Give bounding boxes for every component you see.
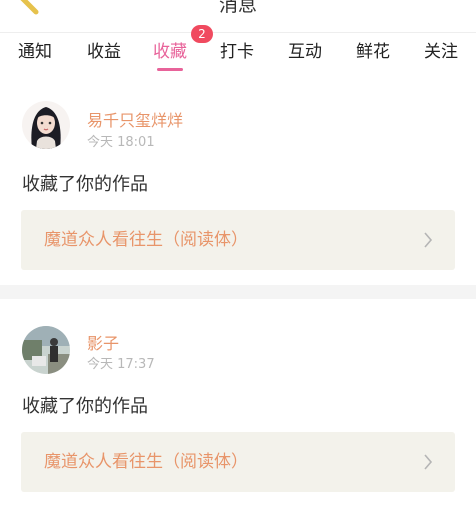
tab-bar: 通知 收益 收藏 2 打卡 互动 鲜花 关注 (0, 25, 476, 85)
tab-follow[interactable]: 关注 (424, 33, 458, 85)
tab-label: 打卡 (220, 42, 254, 62)
avatar[interactable] (22, 101, 70, 149)
tab-income[interactable]: 收益 (87, 33, 121, 85)
page-title: 消息 (218, 0, 257, 16)
anime-girl-avatar-icon (22, 101, 70, 149)
work-title: 魔道众人看往生（阅读体） (44, 452, 248, 472)
tab-notice[interactable]: 通知 (18, 33, 52, 85)
chevron-right-icon (424, 454, 433, 470)
header-bar: 消息 (0, 0, 476, 33)
tab-label: 鲜花 (356, 42, 390, 62)
tab-label: 通知 (18, 42, 52, 62)
user-name[interactable]: 易千只玺烊烊 (87, 107, 183, 131)
timestamp: 今天 17:37 (87, 357, 155, 372)
tab-checkin[interactable]: 打卡 (220, 33, 254, 85)
unread-badge: 2 (191, 25, 213, 43)
section-divider (0, 285, 476, 299)
work-link[interactable]: 魔道众人看往生（阅读体） (21, 432, 455, 492)
avatar[interactable] (22, 326, 70, 374)
tab-label: 关注 (424, 42, 458, 62)
user-name[interactable]: 影子 (87, 330, 119, 354)
tab-label: 收益 (87, 42, 121, 62)
tab-interaction[interactable]: 互动 (288, 33, 322, 85)
timestamp: 今天 18:01 (87, 135, 155, 150)
work-title: 魔道众人看往生（阅读体） (44, 230, 248, 250)
chevron-right-icon (424, 232, 433, 248)
tab-label: 收藏 (153, 42, 187, 62)
outdoor-photo-avatar-icon (22, 326, 70, 374)
work-link[interactable]: 魔道众人看往生（阅读体） (21, 210, 455, 270)
action-text: 收藏了你的作品 (22, 396, 148, 417)
tab-flowers[interactable]: 鲜花 (356, 33, 390, 85)
active-tab-indicator (157, 68, 183, 71)
tab-label: 互动 (288, 42, 322, 62)
tab-favorites[interactable]: 收藏 2 (153, 25, 213, 85)
action-text: 收藏了你的作品 (22, 174, 148, 195)
